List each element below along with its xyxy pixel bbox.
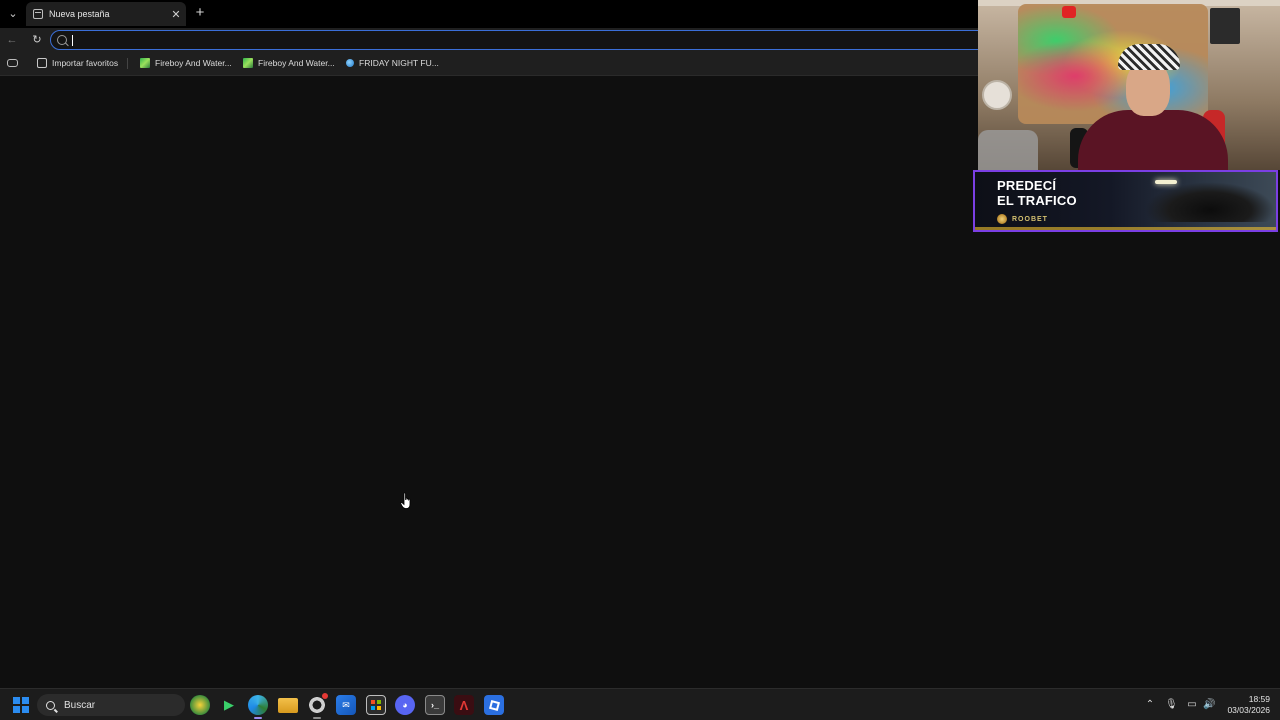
bookmark-friday-night-funkin[interactable]: FRIDAY NIGHT FU...: [346, 55, 439, 71]
bookmark-label: Fireboy And Water...: [155, 58, 232, 68]
discord-icon[interactable]: ◕: [395, 695, 415, 715]
clock-time: 18:59: [1248, 694, 1270, 704]
fireboy-watergirl-icon: [243, 58, 253, 68]
fireboy-watergirl-icon: [140, 58, 150, 68]
search-icon: [46, 700, 55, 710]
media-player-icon[interactable]: ▶: [219, 695, 239, 715]
import-icon: [37, 58, 47, 68]
windows-start-icon[interactable]: [13, 697, 29, 713]
taskbar-search[interactable]: Buscar: [37, 694, 185, 716]
search-icon: [57, 35, 67, 45]
ad-brand: ROOBET: [997, 212, 1048, 226]
tab-title: Nueva pestaña: [49, 9, 110, 19]
back-button[interactable]: ←: [4, 32, 20, 48]
microsoft-store-icon[interactable]: [366, 695, 386, 715]
friday-night-funkin-icon: [346, 59, 354, 67]
edge-browser-icon[interactable]: [248, 695, 268, 719]
bookmark-separator: [127, 58, 128, 69]
roobet-logo-icon: [997, 214, 1007, 224]
streamer-cap: [1118, 44, 1180, 70]
show-hidden-icons-icon[interactable]: ⌃: [1144, 699, 1156, 711]
address-input[interactable]: [71, 33, 975, 49]
sponsor-ad-banner: PREDECÍ EL TRAFICO ROOBET: [973, 170, 1278, 232]
ad-headline-line1: PREDECÍ: [997, 178, 1057, 193]
file-explorer-icon[interactable]: [278, 698, 298, 713]
bookmark-label: FRIDAY NIGHT FU...: [359, 58, 439, 68]
bookmark-import-favorites[interactable]: Importar favoritos: [37, 55, 118, 71]
wall-tv: [1210, 8, 1240, 44]
text-caret: [72, 35, 73, 46]
ad-brand-label: ROOBET: [1012, 215, 1048, 223]
obs-icon[interactable]: [307, 693, 328, 719]
bookmark-label: Importar favoritos: [52, 58, 119, 68]
streamer-body: [1078, 110, 1228, 170]
mail-icon[interactable]: ✉: [336, 695, 356, 715]
clock-date: 03/03/2026: [1227, 705, 1270, 715]
taskbar-clock[interactable]: 18:59 03/03/2026: [1222, 694, 1270, 716]
youtube-logo-icon: [1062, 6, 1076, 18]
new-tab-page-icon: [33, 9, 43, 19]
reading-view-icon[interactable]: [7, 59, 18, 67]
streamer-webcam-overlay: [978, 0, 1280, 170]
desktop-screen: ⌄ Nueva pestaña ✕ + ← ↻ Importar favorit…: [0, 0, 1280, 720]
roblox-studio-icon[interactable]: [484, 695, 504, 715]
car-image: [1145, 182, 1275, 222]
volume-icon[interactable]: 🔊: [1203, 699, 1215, 711]
address-bar[interactable]: [50, 30, 990, 50]
tab-new-tab[interactable]: Nueva pestaña ✕: [26, 2, 186, 26]
windows-taskbar: Buscar ▶ ✉ ◕ ›_ Λ ⌃ 🎙 ▭ 🔊 18:59 03/03/20…: [0, 688, 1280, 720]
tab-actions-menu-icon[interactable]: ⌄: [4, 5, 22, 23]
close-tab-icon[interactable]: ✕: [169, 8, 183, 21]
new-tab-button[interactable]: +: [192, 5, 208, 21]
taskbar-search-label: Buscar: [64, 699, 96, 711]
reload-button[interactable]: ↻: [29, 32, 45, 48]
bookmark-fireboy-2[interactable]: Fireboy And Water...: [243, 55, 335, 71]
fan-icon: [982, 80, 1012, 110]
adobe-acrobat-icon[interactable]: Λ: [454, 695, 474, 715]
ad-headline: PREDECÍ EL TRAFICO: [997, 178, 1077, 208]
hand-cursor-icon: [400, 492, 411, 509]
network-icon[interactable]: ▭: [1186, 699, 1198, 711]
bookmark-label: Fireboy And Water...: [258, 58, 335, 68]
microphone-icon[interactable]: 🎙: [1165, 699, 1178, 711]
bookmark-fireboy-1[interactable]: Fireboy And Water...: [140, 55, 232, 71]
game-launcher-icon[interactable]: [190, 695, 210, 715]
terminal-icon[interactable]: ›_: [425, 695, 445, 715]
ad-headline-line2: EL TRAFICO: [997, 193, 1077, 208]
